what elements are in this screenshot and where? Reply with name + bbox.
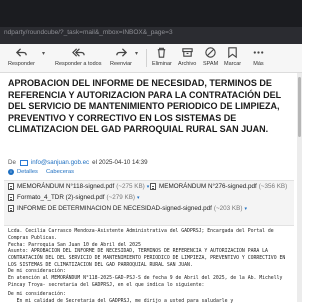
spam-label: SPAM <box>203 61 219 67</box>
reply-dropdown-icon[interactable]: ▾ <box>42 50 45 57</box>
scrollbar-thumb[interactable] <box>298 77 301 137</box>
attachment-item[interactable]: MEMORÁNDUM N°118-signed.pdf (~275 KB) ▾ <box>8 183 149 190</box>
pdf-file-icon <box>150 183 156 190</box>
mail-toolbar: Responder ▾ Responder a todos Reenviar ▾… <box>0 44 302 73</box>
toolbar-divider <box>146 49 147 67</box>
forward-label: Reenviar <box>110 61 133 67</box>
attachment-name[interactable]: Formato_4_TDR (2)-signed.pdf <box>17 194 105 201</box>
forward-icon <box>115 48 127 57</box>
mark-icon <box>228 47 237 59</box>
message-body-paragraph: Lcda. Cecilia Carrasco Mendoza-Asistente… <box>8 229 286 268</box>
reply-button[interactable]: Responder <box>8 46 35 67</box>
trash-icon <box>158 47 166 58</box>
attachment-name[interactable]: INFORME DE DETERMINACION DE NECESIDAD-si… <box>17 205 212 212</box>
attachment-item[interactable]: MEMORÁNDUM N°276-signed.pdf (~356 KB) <box>150 183 287 190</box>
reply-all-icon <box>71 48 85 57</box>
delete-label: Eliminar <box>152 61 172 67</box>
message-body-paragraph: De mi consideración: En mi calidad de Se… <box>8 292 234 304</box>
reply-icon <box>15 48 27 57</box>
forward-button[interactable]: Reenviar <box>110 46 132 67</box>
attachment-name[interactable]: MEMORÁNDUM N°118-signed.pdf <box>17 183 114 190</box>
reply-label: Responder <box>8 61 35 67</box>
attachment-menu-icon[interactable]: ▾ <box>137 195 140 201</box>
message-sender-row: De info@sanjuan.gob.ec el 2025-04-10 14:… <box>8 159 148 166</box>
envelope-icon <box>19 159 28 166</box>
attachment-size: (~275 KB) <box>116 183 145 190</box>
attachment-size: (~203 KB) <box>213 205 243 212</box>
message-subject: APROBACION DEL INFORME DE NECESIDAD, TER… <box>8 78 282 134</box>
headers-link[interactable]: Cabeceras <box>46 169 74 175</box>
pdf-file-icon <box>8 183 14 190</box>
details-link[interactable]: Detalles <box>17 169 38 175</box>
attachment-item[interactable]: Formato_4_TDR (2)-signed.pdf (~279 KB) ▾ <box>8 194 140 201</box>
message-date: el 2025-04-10 14:39 <box>92 159 148 166</box>
pdf-file-icon <box>8 194 14 201</box>
reply-all-label: Responder a todos <box>55 61 102 67</box>
archive-icon <box>181 48 193 57</box>
info-icon: i <box>8 169 14 175</box>
attachment-item[interactable]: INFORME DE DETERMINACION DE NECESIDAD-si… <box>8 205 247 212</box>
mark-button[interactable]: Marcar <box>224 46 241 67</box>
spam-icon <box>205 47 216 58</box>
archive-label: Archivo <box>178 61 197 67</box>
reply-all-button[interactable]: Responder a todos <box>55 46 101 67</box>
message-body-paragraph: De mi consideración: En atención al MEMO… <box>8 269 283 288</box>
spam-button[interactable]: SPAM <box>203 46 218 67</box>
attachment-size: (~279 KB) <box>106 194 136 201</box>
sender-address[interactable]: info@sanjuan.gob.ec <box>31 159 89 166</box>
forward-dropdown-icon[interactable]: ▾ <box>135 50 138 57</box>
mark-label: Marcar <box>224 61 242 67</box>
more-icon <box>253 51 264 54</box>
attachment-name[interactable]: MEMORÁNDUM N°276-signed.pdf <box>159 183 257 190</box>
browser-chrome: ndparty/roundcube/?_task=mail&_mbox=INBO… <box>0 0 302 44</box>
attachment-menu-icon[interactable]: ▾ <box>147 184 150 190</box>
more-button[interactable]: Más <box>252 46 265 67</box>
archive-button[interactable]: Archivo <box>178 46 196 67</box>
attachment-size: (~356 KB) <box>258 183 288 190</box>
from-label: De <box>8 159 16 166</box>
attachment-menu-icon[interactable]: ▾ <box>244 206 247 212</box>
address-bar-url[interactable]: ndparty/roundcube/?_task=mail&_mbox=INBO… <box>4 29 173 36</box>
more-label: Más <box>253 61 264 67</box>
scrollbar[interactable] <box>297 73 302 302</box>
delete-button[interactable]: Eliminar <box>152 46 172 67</box>
pdf-file-icon <box>8 205 14 212</box>
message-meta-links: i Detalles Cabeceras <box>8 169 74 175</box>
